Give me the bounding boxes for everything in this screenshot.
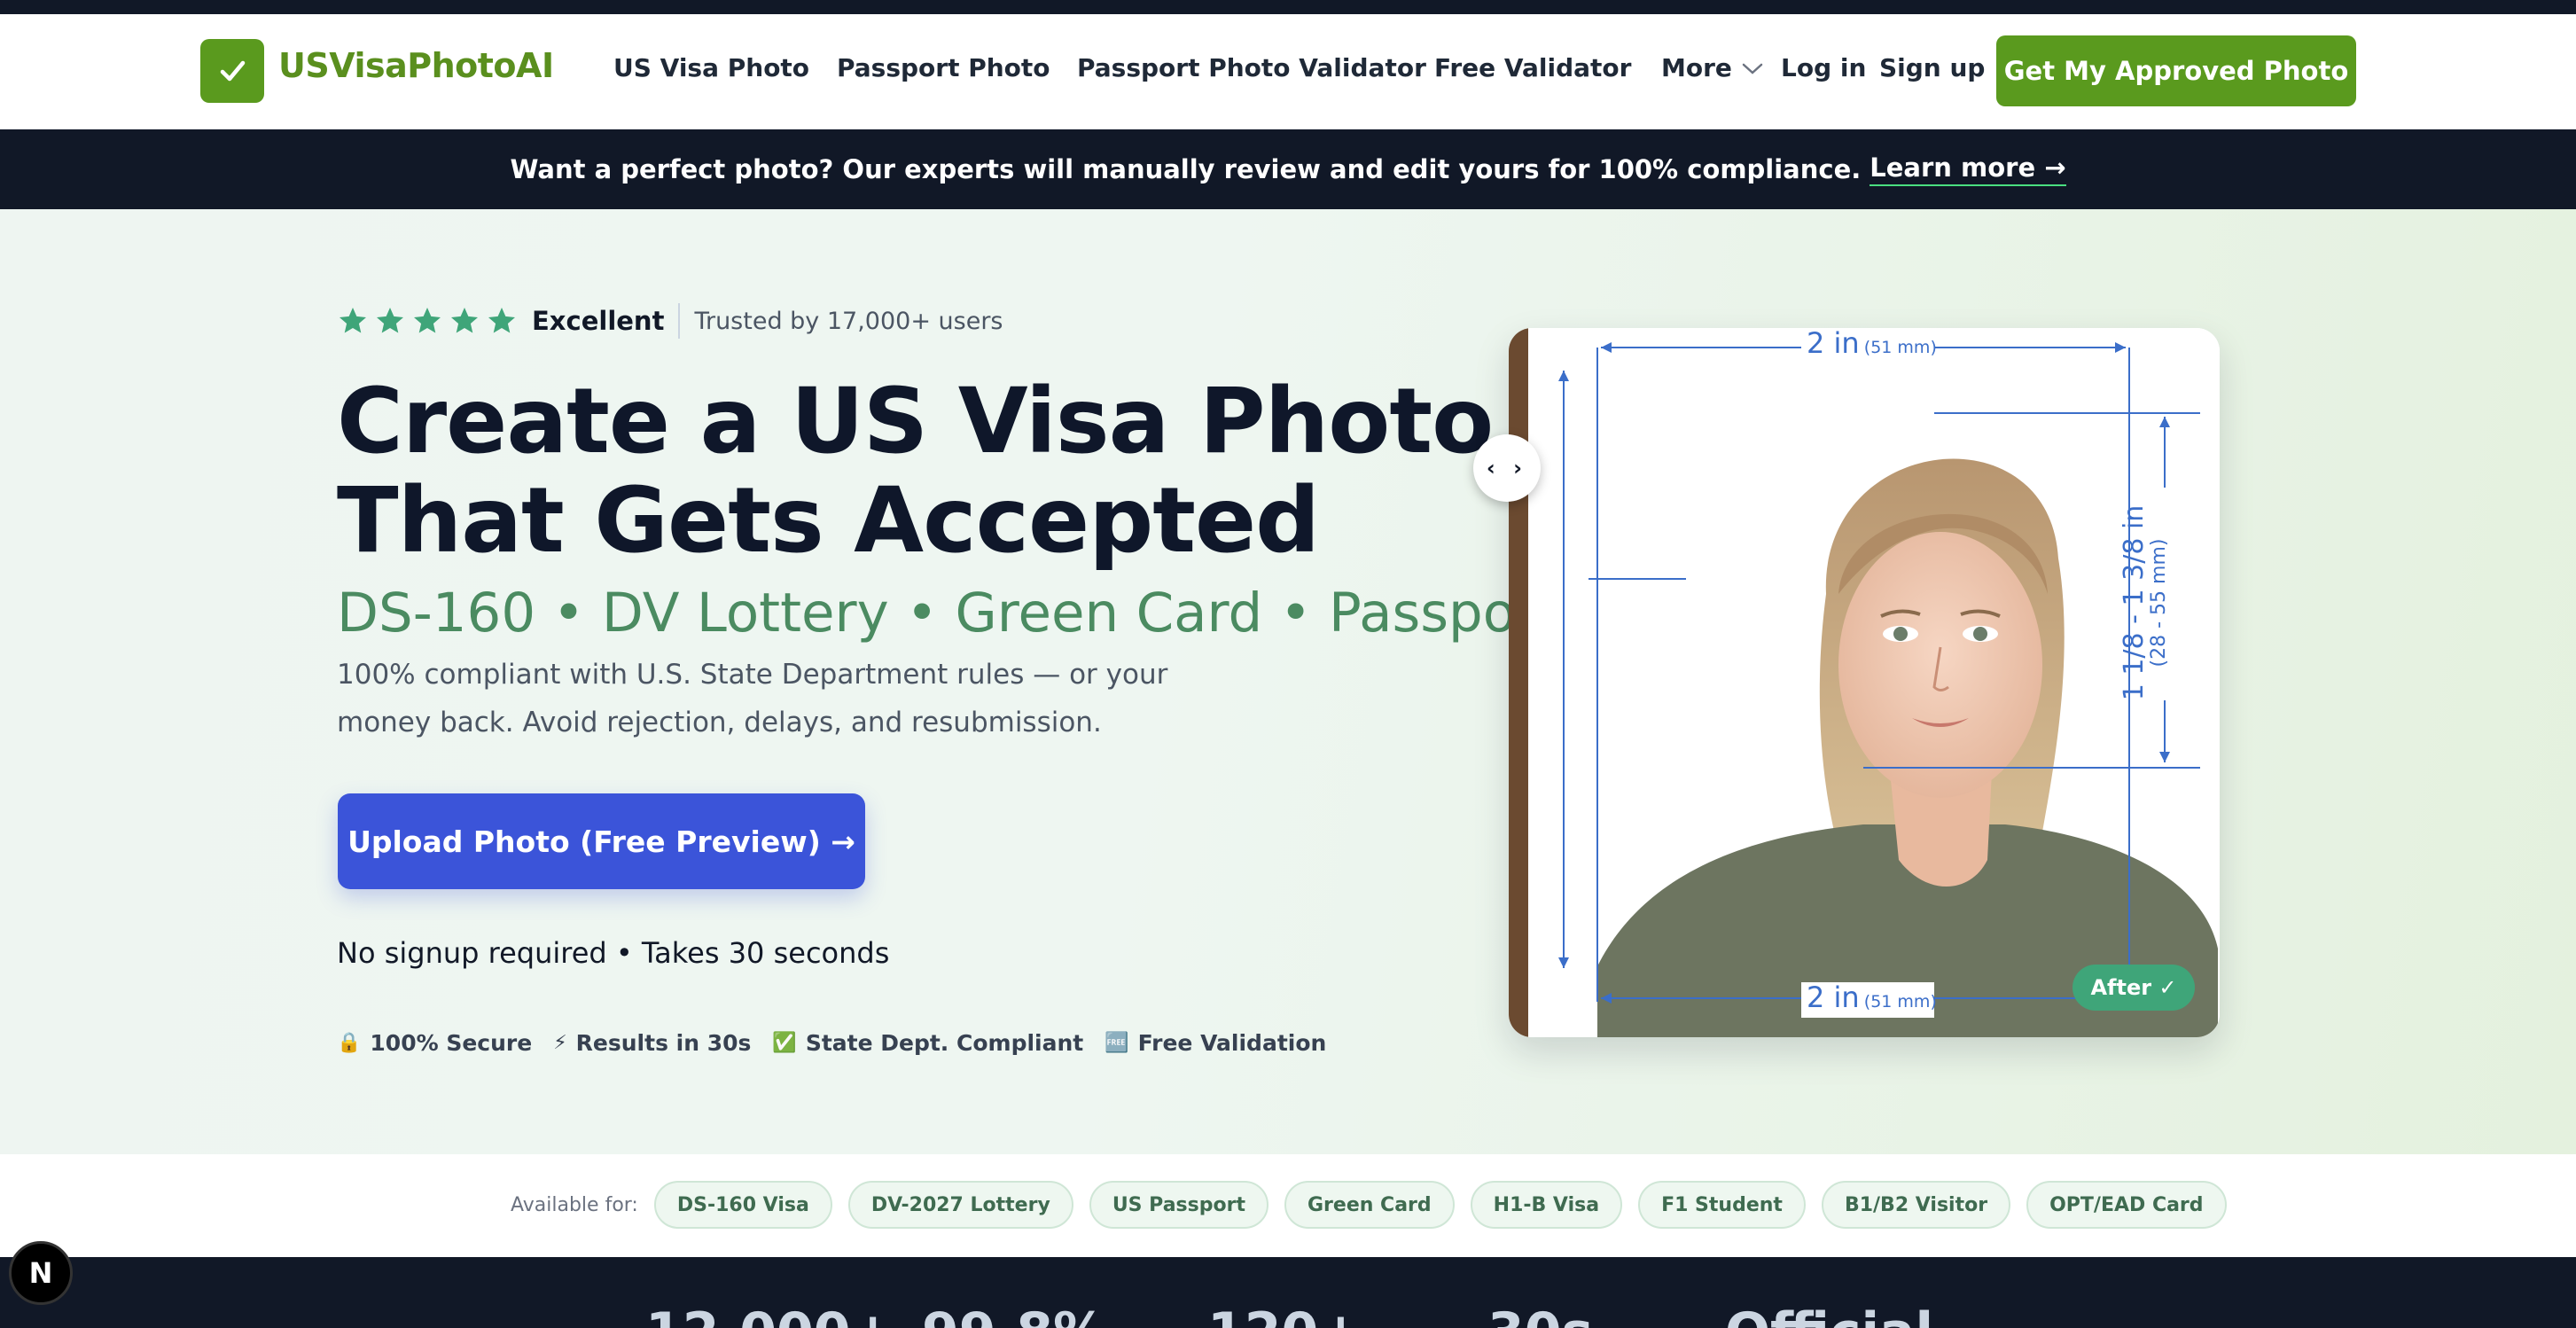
star-icon — [451, 308, 478, 333]
badge-label: Results in 30s — [575, 1030, 752, 1056]
pill-green-card[interactable]: Green Card — [1284, 1181, 1455, 1229]
nav-more-label: More — [1661, 53, 1732, 82]
nav-link-free-validator[interactable]: Free Validator — [1434, 53, 1631, 82]
login-link[interactable]: Log in — [1781, 53, 1866, 82]
badge-label: State Dept. Compliant — [805, 1030, 1084, 1056]
hero-title-line2: That Gets Accepted — [337, 468, 1320, 574]
badge-label: 100% Secure — [370, 1030, 533, 1056]
chevron-down-icon — [1742, 63, 1763, 74]
after-badge: After ✓ — [2073, 965, 2195, 1011]
pill-h1b[interactable]: H1-B Visa — [1470, 1181, 1623, 1229]
lightning-icon: ⚡ — [553, 1032, 567, 1054]
trust-badges: 🔒 100% Secure ⚡ Results in 30s ✅ State D… — [337, 1030, 1326, 1056]
star-icon — [414, 308, 441, 333]
pill-f1-student[interactable]: F1 Student — [1638, 1181, 1806, 1229]
signup-link[interactable]: Sign up — [1879, 53, 1985, 82]
rating-row: Excellent Trusted by 17,000+ users — [337, 303, 1003, 339]
nav-link-passport-photo[interactable]: Passport Photo — [837, 53, 1050, 82]
star-icon — [488, 308, 515, 333]
star-icon — [377, 308, 403, 333]
hero-title: Create a US Visa Photo That Gets Accepte… — [337, 369, 1494, 574]
rating-label: Excellent — [532, 306, 665, 336]
nextjs-dev-icon[interactable]: N — [9, 1241, 73, 1305]
logo-icon[interactable] — [200, 39, 264, 103]
dim-bottom-label: 2 in (51 mm) — [1807, 980, 1937, 1014]
pill-ds160[interactable]: DS-160 Visa — [653, 1181, 832, 1229]
stat-value: 12,000+ — [645, 1301, 895, 1328]
pill-us-passport[interactable]: US Passport — [1089, 1181, 1268, 1229]
stat-value: 30s — [1487, 1301, 1593, 1328]
stats-section: 12,000+ 99.8% 120+ 30s Official — [0, 1257, 2576, 1328]
free-icon: 🆓 — [1105, 1032, 1129, 1054]
hero-title-line1: Create a US Visa Photo — [337, 369, 1494, 474]
nav-link-us-visa-photo[interactable]: US Visa Photo — [613, 53, 809, 82]
badge-free: 🆓 Free Validation — [1105, 1030, 1326, 1056]
hero-description: 100% compliant with U.S. State Departmen… — [337, 659, 1168, 738]
rating-divider — [678, 303, 681, 339]
dim-top-label: 2 in (51 mm) — [1807, 328, 1937, 360]
stat-value: 120+ — [1207, 1301, 1363, 1328]
stat-value: 99.8% — [922, 1301, 1106, 1328]
promo-banner: Want a perfect photo? Our experts will m… — [0, 129, 2576, 209]
brand-name[interactable]: USVisaPhotoAI — [278, 46, 554, 85]
get-approved-photo-button[interactable]: Get My Approved Photo — [1996, 35, 2356, 106]
compare-slider-handle[interactable]: ‹ › — [1473, 434, 1541, 502]
navbar: USVisaPhotoAI US Visa Photo Passport Pho… — [0, 14, 2576, 129]
badge-compliant: ✅ State Dept. Compliant — [772, 1030, 1083, 1056]
pill-dv-lottery[interactable]: DV-2027 Lottery — [847, 1181, 1073, 1229]
dim-head-label: 1 1/8 - 1 3/8 in (28 - 55 mm) — [2119, 504, 2170, 701]
visa-photo-preview — [1509, 328, 2220, 1037]
trust-text: Trusted by 17,000+ users — [694, 307, 1003, 335]
nav-more-menu[interactable]: More — [1661, 53, 1764, 82]
hero-use-cases: DS-160 • DV Lottery • Green Card • Passp… — [337, 582, 1560, 644]
check-box-icon: ✅ — [772, 1032, 797, 1054]
star-rating — [337, 305, 518, 337]
nav-link-passport-photo-validator[interactable]: Passport Photo Validator — [1077, 53, 1426, 82]
star-icon — [340, 308, 366, 333]
stat-value: Official — [1725, 1301, 1933, 1328]
learn-more-link[interactable]: Learn more → — [1870, 152, 2066, 186]
upload-photo-button[interactable]: Upload Photo (Free Preview) → — [338, 793, 865, 889]
available-for-label: Available for: — [511, 1193, 638, 1216]
available-for-section: Available for: DS-160 Visa DV-2027 Lotte… — [0, 1154, 2576, 1257]
pill-opt-ead[interactable]: OPT/EAD Card — [2026, 1181, 2227, 1229]
top-strip — [0, 0, 2576, 14]
before-after-photo-card[interactable]: 2 in (51 mm) 2 in (51 mm) 1 1/8 - 1 3/8 … — [1509, 328, 2220, 1037]
pill-b1b2[interactable]: B1/B2 Visitor — [1821, 1181, 2011, 1229]
badge-label: Free Validation — [1137, 1030, 1327, 1056]
badge-results: ⚡ Results in 30s — [553, 1030, 751, 1056]
banner-text: Want a perfect photo? Our experts will m… — [510, 154, 1862, 184]
lock-icon: 🔒 — [337, 1032, 362, 1054]
badge-secure: 🔒 100% Secure — [337, 1030, 532, 1056]
available-for-row: Available for: DS-160 Visa DV-2027 Lotte… — [511, 1181, 2227, 1229]
no-signup-note: No signup required • Takes 30 seconds — [337, 936, 890, 970]
